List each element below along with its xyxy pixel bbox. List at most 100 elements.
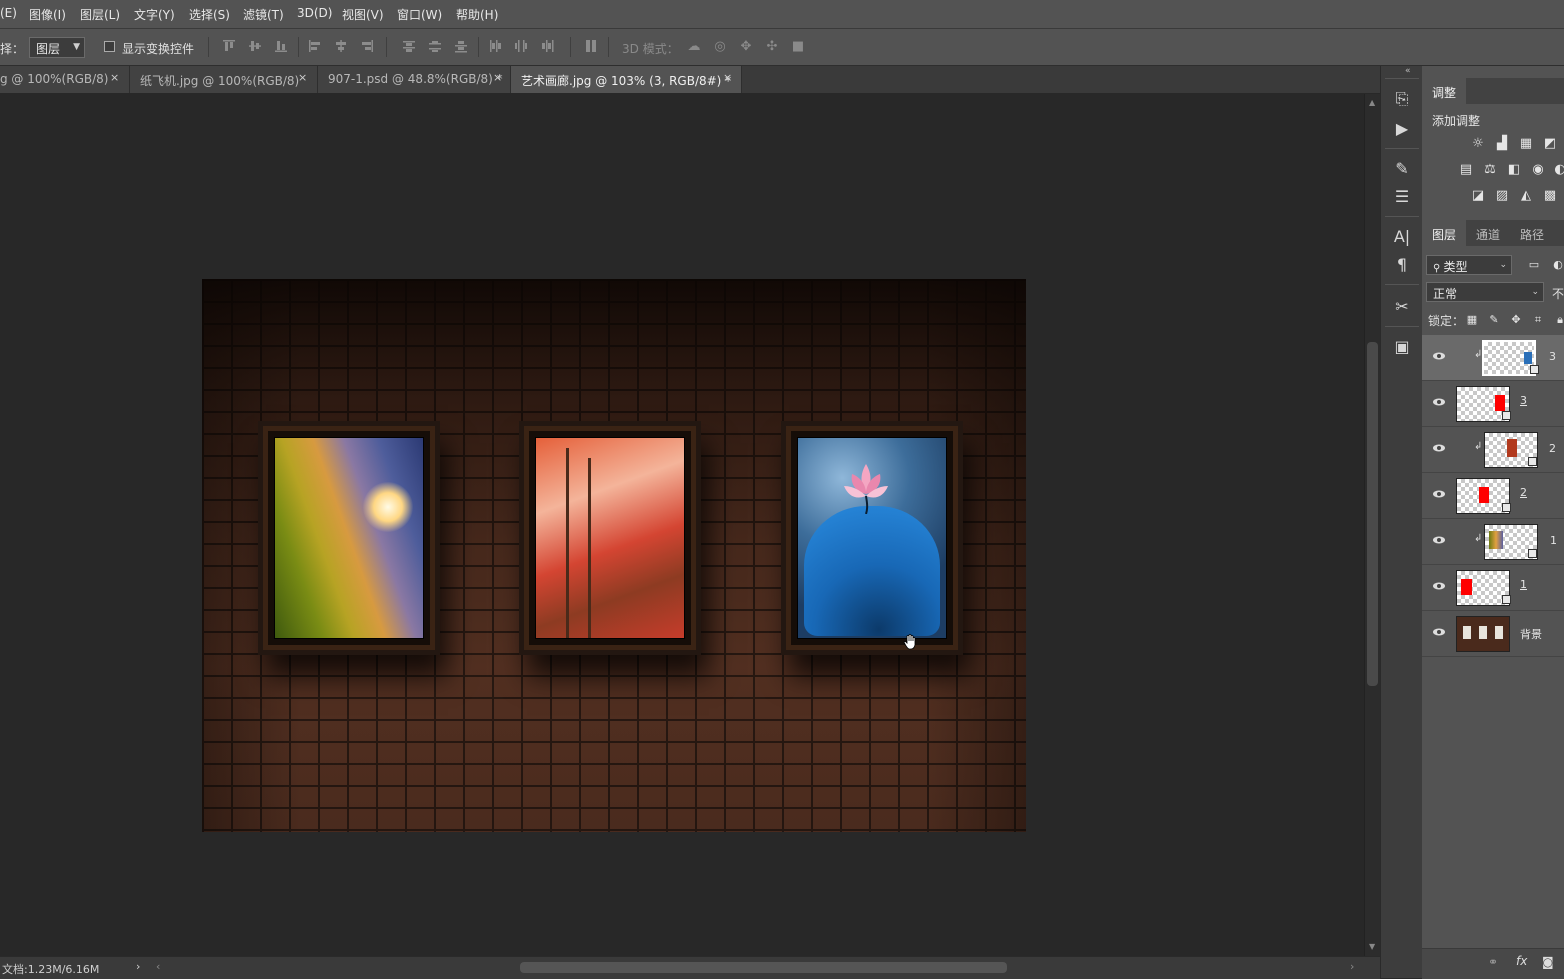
close-icon[interactable]: × xyxy=(110,71,119,84)
scrollbar-thumb[interactable] xyxy=(1367,342,1378,686)
status-expand-icon[interactable]: › xyxy=(136,960,140,973)
layer-row[interactable]: 背景 xyxy=(1422,611,1564,657)
3d-panel-icon[interactable]: ▣ xyxy=(1389,334,1415,360)
layer-name[interactable]: 1 xyxy=(1550,534,1557,547)
auto-select-dropdown[interactable]: 图层 ▼ xyxy=(29,37,85,58)
layer-row[interactable]: ↲ 3 xyxy=(1422,335,1564,381)
align-hcenter-icon[interactable] xyxy=(334,39,348,53)
layer-name[interactable]: 1 xyxy=(1520,578,1527,591)
brush-settings-icon[interactable]: ✎ xyxy=(1389,156,1415,182)
visibility-eye-icon[interactable] xyxy=(1432,579,1446,593)
3d-slide-icon[interactable]: ✣ xyxy=(764,39,780,55)
layer-name[interactable]: 2 xyxy=(1520,486,1527,499)
posterize-icon[interactable]: ▨ xyxy=(1494,188,1510,204)
menu-image[interactable]: 图像(I) xyxy=(29,6,66,23)
layer-name[interactable]: 3 xyxy=(1549,350,1556,363)
distribute-left-icon[interactable] xyxy=(488,39,502,53)
show-transform-checkbox[interactable] xyxy=(104,41,115,52)
properties-sliders-icon[interactable]: ☰ xyxy=(1389,184,1415,210)
layer-row[interactable]: 2 xyxy=(1422,473,1564,519)
invert-icon[interactable]: ◪ xyxy=(1470,188,1486,204)
scroll-left-icon[interactable]: ‹ xyxy=(156,960,160,973)
menu-window[interactable]: 窗口(W) xyxy=(397,6,442,23)
3d-scale-icon[interactable]: ■ xyxy=(790,39,806,55)
3d-orbit-icon[interactable]: ☁ xyxy=(686,39,702,55)
menu-filter[interactable]: 滤镜(T) xyxy=(243,6,284,23)
tab-doc-2[interactable]: 纸飞机.jpg @ 100%(RGB/8) × xyxy=(130,66,318,93)
layer-name[interactable]: 2 xyxy=(1549,442,1556,455)
menu-type[interactable]: 文字(Y) xyxy=(134,6,175,23)
lock-artboard-icon[interactable]: ⌗ xyxy=(1530,312,1546,328)
tab-doc-active[interactable]: 艺术画廊.jpg @ 103% (3, RGB/8#) * × xyxy=(511,66,742,93)
blend-mode-dropdown[interactable]: 正常 ⌄ xyxy=(1426,282,1544,302)
distribute-hcenter-icon[interactable] xyxy=(514,39,528,53)
menu-edit[interactable]: (E) xyxy=(0,6,17,20)
layer-name[interactable]: 3 xyxy=(1520,394,1527,407)
actions-play-icon[interactable]: ▶ xyxy=(1389,116,1415,142)
layer-row[interactable]: ↲ 1 xyxy=(1422,519,1564,565)
layer-row[interactable]: ↲ 2 xyxy=(1422,427,1564,473)
bw-icon[interactable]: ◧ xyxy=(1506,162,1522,178)
doc-size-status[interactable]: 文档:1.23M/6.16M xyxy=(2,961,99,977)
photo-filter-icon[interactable]: ◉ xyxy=(1530,162,1546,178)
layer-filter-dropdown[interactable]: ⚲ 类型 ⌄ xyxy=(1426,255,1512,275)
pixel-filter-icon[interactable]: ▭ xyxy=(1526,257,1542,273)
layer-name[interactable]: 背景 xyxy=(1520,626,1542,642)
vibrance-icon[interactable]: ▤ xyxy=(1458,162,1474,178)
collapse-panels-icon[interactable]: « xyxy=(1405,66,1411,76)
menu-layer[interactable]: 图层(L) xyxy=(80,6,120,23)
lock-position-icon[interactable]: ✥ xyxy=(1508,312,1524,328)
history-icon[interactable]: ⎘ xyxy=(1389,86,1415,112)
exposure-icon[interactable]: ◩ xyxy=(1542,136,1558,152)
close-icon[interactable]: × xyxy=(723,71,732,84)
auto-align-icon[interactable] xyxy=(584,39,598,53)
threshold-icon[interactable]: ◭ xyxy=(1518,188,1534,204)
close-icon[interactable]: × xyxy=(298,71,307,84)
lock-transparency-icon[interactable]: ▦ xyxy=(1464,312,1480,328)
horizontal-scrollbar-thumb[interactable] xyxy=(520,962,1007,973)
visibility-eye-icon[interactable] xyxy=(1432,533,1446,547)
picture-frame-3[interactable] xyxy=(781,421,963,655)
close-icon[interactable]: × xyxy=(493,71,502,84)
visibility-eye-icon[interactable] xyxy=(1432,487,1446,501)
curves-icon[interactable]: ▦ xyxy=(1518,136,1534,152)
tab-adjustments[interactable]: 调整 xyxy=(1422,78,1466,104)
menu-help[interactable]: 帮助(H) xyxy=(456,6,498,23)
tab-paths[interactable]: 路径 xyxy=(1510,220,1554,246)
link-layers-icon[interactable]: ⚭ xyxy=(1488,955,1498,969)
gradient-map-icon[interactable]: ▩ xyxy=(1542,188,1558,204)
align-vcenter-icon[interactable] xyxy=(248,39,262,53)
tab-doc-3[interactable]: 907-1.psd @ 48.8%(RGB/8) * × xyxy=(318,66,511,93)
tab-channels[interactable]: 通道 xyxy=(1466,220,1510,246)
visibility-eye-icon[interactable] xyxy=(1432,395,1446,409)
3d-pan-icon[interactable]: ✥ xyxy=(738,39,754,55)
align-bottom-icon[interactable] xyxy=(274,39,288,53)
menu-3d[interactable]: 3D(D) xyxy=(297,6,332,20)
scroll-up-icon[interactable]: ▲ xyxy=(1369,98,1375,107)
adjustment-filter-icon[interactable]: ◐ xyxy=(1550,257,1564,273)
distribute-vcenter-icon[interactable] xyxy=(428,39,442,53)
lock-paint-icon[interactable]: ✎ xyxy=(1486,312,1502,328)
menu-view[interactable]: 视图(V) xyxy=(342,6,384,23)
scroll-down-icon[interactable]: ▼ xyxy=(1369,942,1375,951)
color-balance-icon[interactable]: ⚖ xyxy=(1482,162,1498,178)
3d-roll-icon[interactable]: ◎ xyxy=(712,39,728,55)
layer-row[interactable]: 1 xyxy=(1422,565,1564,611)
distribute-right-icon[interactable] xyxy=(540,39,554,53)
distribute-bottom-icon[interactable] xyxy=(454,39,468,53)
paragraph-icon[interactable]: ¶ xyxy=(1389,252,1415,278)
levels-icon[interactable]: ▟ xyxy=(1494,136,1510,152)
channel-mixer-icon[interactable]: ◐ xyxy=(1552,162,1564,178)
visibility-eye-icon[interactable] xyxy=(1432,441,1446,455)
brightness-icon[interactable]: ☼ xyxy=(1470,136,1486,152)
menu-select[interactable]: 选择(S) xyxy=(189,6,230,23)
vertical-scrollbar[interactable]: ▲ ▼ xyxy=(1364,94,1381,956)
tab-doc-1[interactable]: g @ 100%(RGB/8) × xyxy=(0,66,130,93)
document-canvas[interactable] xyxy=(202,279,1026,832)
visibility-eye-icon[interactable] xyxy=(1432,349,1446,363)
align-left-icon[interactable] xyxy=(308,39,322,53)
align-right-icon[interactable] xyxy=(360,39,374,53)
tab-layers[interactable]: 图层 xyxy=(1422,220,1466,246)
distribute-top-icon[interactable] xyxy=(402,39,416,53)
visibility-eye-icon[interactable] xyxy=(1432,625,1446,639)
